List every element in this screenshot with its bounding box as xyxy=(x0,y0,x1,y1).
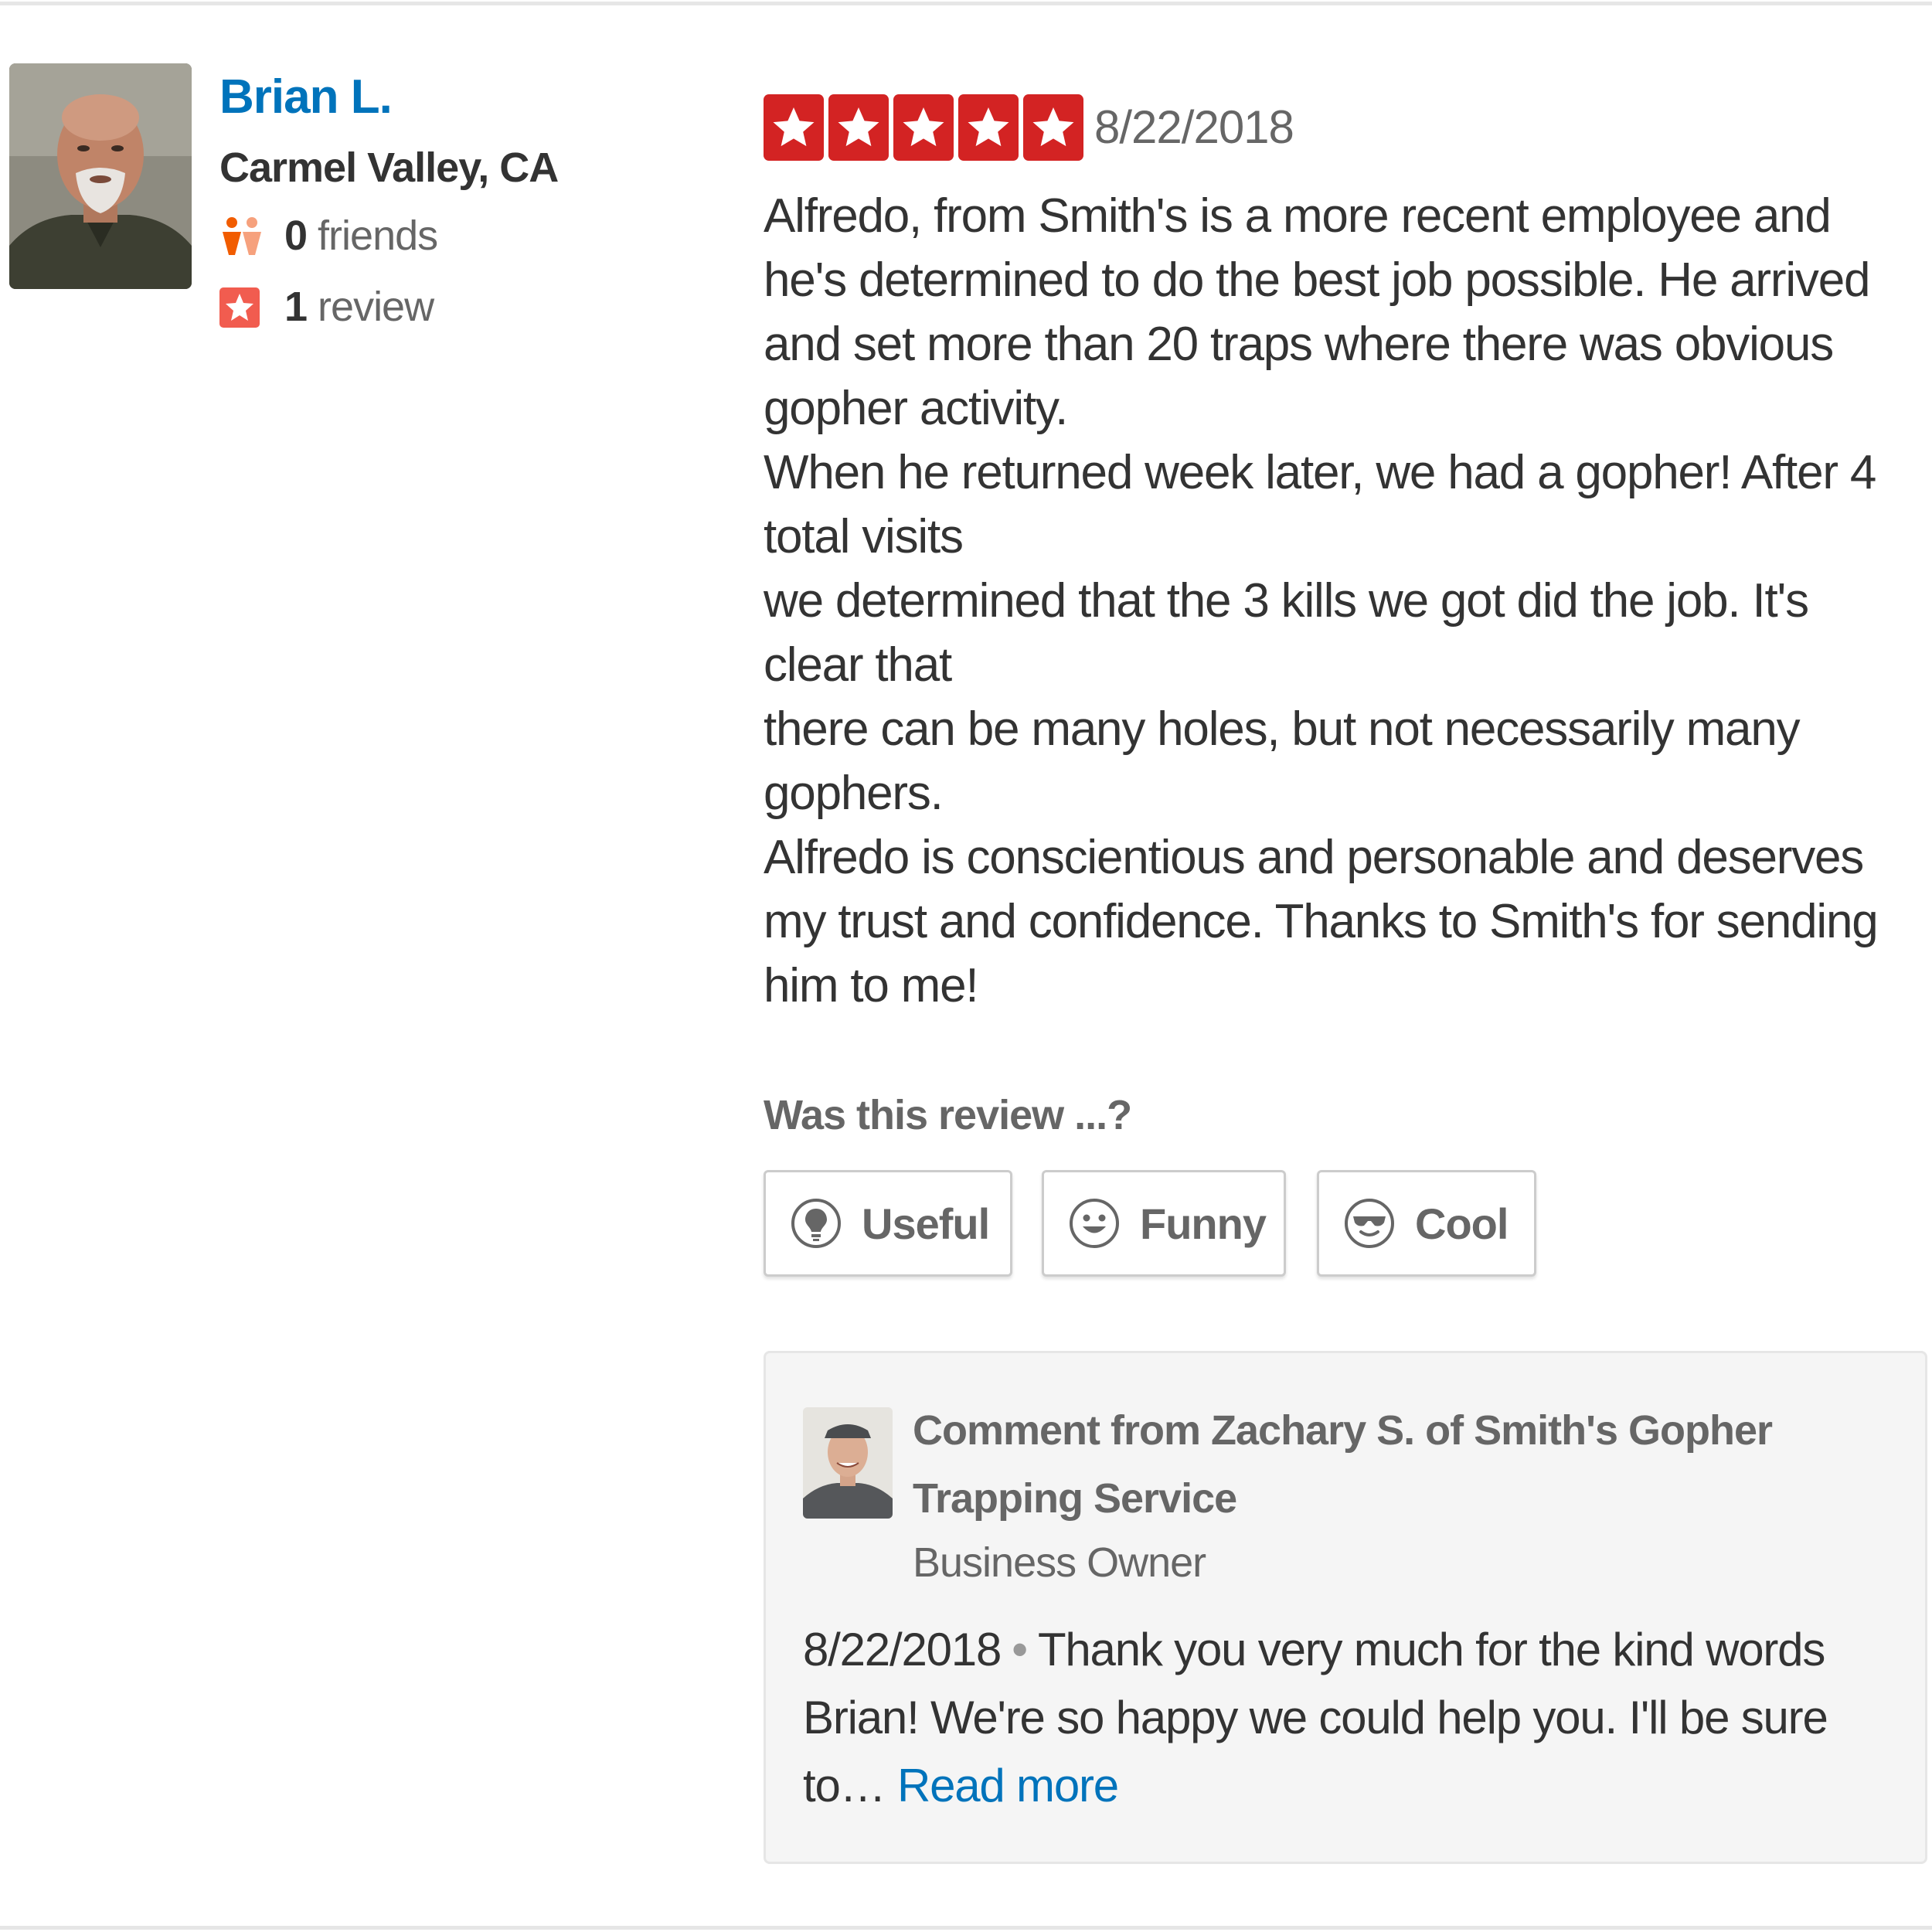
funny-button[interactable]: Funny xyxy=(1042,1170,1286,1277)
useful-label: Useful xyxy=(862,1199,990,1248)
friends-label: friends xyxy=(307,213,438,259)
owner-avatar[interactable] xyxy=(803,1407,893,1519)
review-date: 8/22/2018 xyxy=(1094,101,1294,153)
useful-button[interactable]: Useful xyxy=(764,1170,1012,1277)
review-paragraph: there can be many holes, but not necessa… xyxy=(764,702,1801,820)
comment-date: 8/22/2018 xyxy=(803,1624,1002,1675)
reviews-count: 1 xyxy=(284,284,308,330)
star-rating xyxy=(764,94,1083,161)
review-text: Alfredo, from Smith's is a more recent e… xyxy=(764,184,1907,1018)
owner-comment: Comment from Zachary S. of Smith's Gophe… xyxy=(764,1351,1927,1864)
reviews-label: review xyxy=(307,284,434,330)
star-icon xyxy=(828,94,889,161)
funny-label: Funny xyxy=(1140,1199,1267,1248)
read-more-link[interactable]: Read more xyxy=(897,1760,1119,1811)
star-icon xyxy=(893,94,954,161)
review-star-icon xyxy=(219,287,260,328)
review-paragraph: When he returned week later, we had a go… xyxy=(764,446,1876,563)
star-icon xyxy=(764,94,824,161)
top-divider xyxy=(0,2,1932,5)
review-paragraph: Alfredo is conscientious and personable … xyxy=(764,831,1879,1012)
lightbulb-icon xyxy=(791,1199,841,1248)
user-name-link[interactable]: Brian L. xyxy=(219,70,393,124)
user-photo xyxy=(9,63,192,289)
user-avatar[interactable] xyxy=(9,63,192,289)
vote-question: Was this review ...? xyxy=(764,1092,1132,1138)
friends-icon xyxy=(223,217,261,255)
owner-role: Business Owner xyxy=(913,1539,1206,1586)
star-icon xyxy=(958,94,1019,161)
separator-dot: • xyxy=(1012,1624,1028,1675)
review-paragraph: we determined that the 3 kills we got di… xyxy=(764,574,1809,692)
star-icon xyxy=(1023,94,1083,161)
user-location: Carmel Valley, CA xyxy=(219,145,559,191)
bottom-divider xyxy=(0,1926,1932,1930)
smiley-icon xyxy=(1070,1199,1119,1248)
owner-photo xyxy=(803,1407,893,1519)
review-paragraph: Alfredo, from Smith's is a more recent e… xyxy=(764,189,1870,435)
friends-count: 0 xyxy=(284,213,308,259)
cool-button[interactable]: Cool xyxy=(1317,1170,1536,1277)
sunglasses-icon xyxy=(1345,1199,1394,1248)
comment-title: Comment from Zachary S. of Smith's Gophe… xyxy=(913,1407,1773,1522)
cool-label: Cool xyxy=(1415,1199,1509,1248)
comment-body: 8/22/2018 • Thank you very much for the ki… xyxy=(803,1616,1900,1820)
